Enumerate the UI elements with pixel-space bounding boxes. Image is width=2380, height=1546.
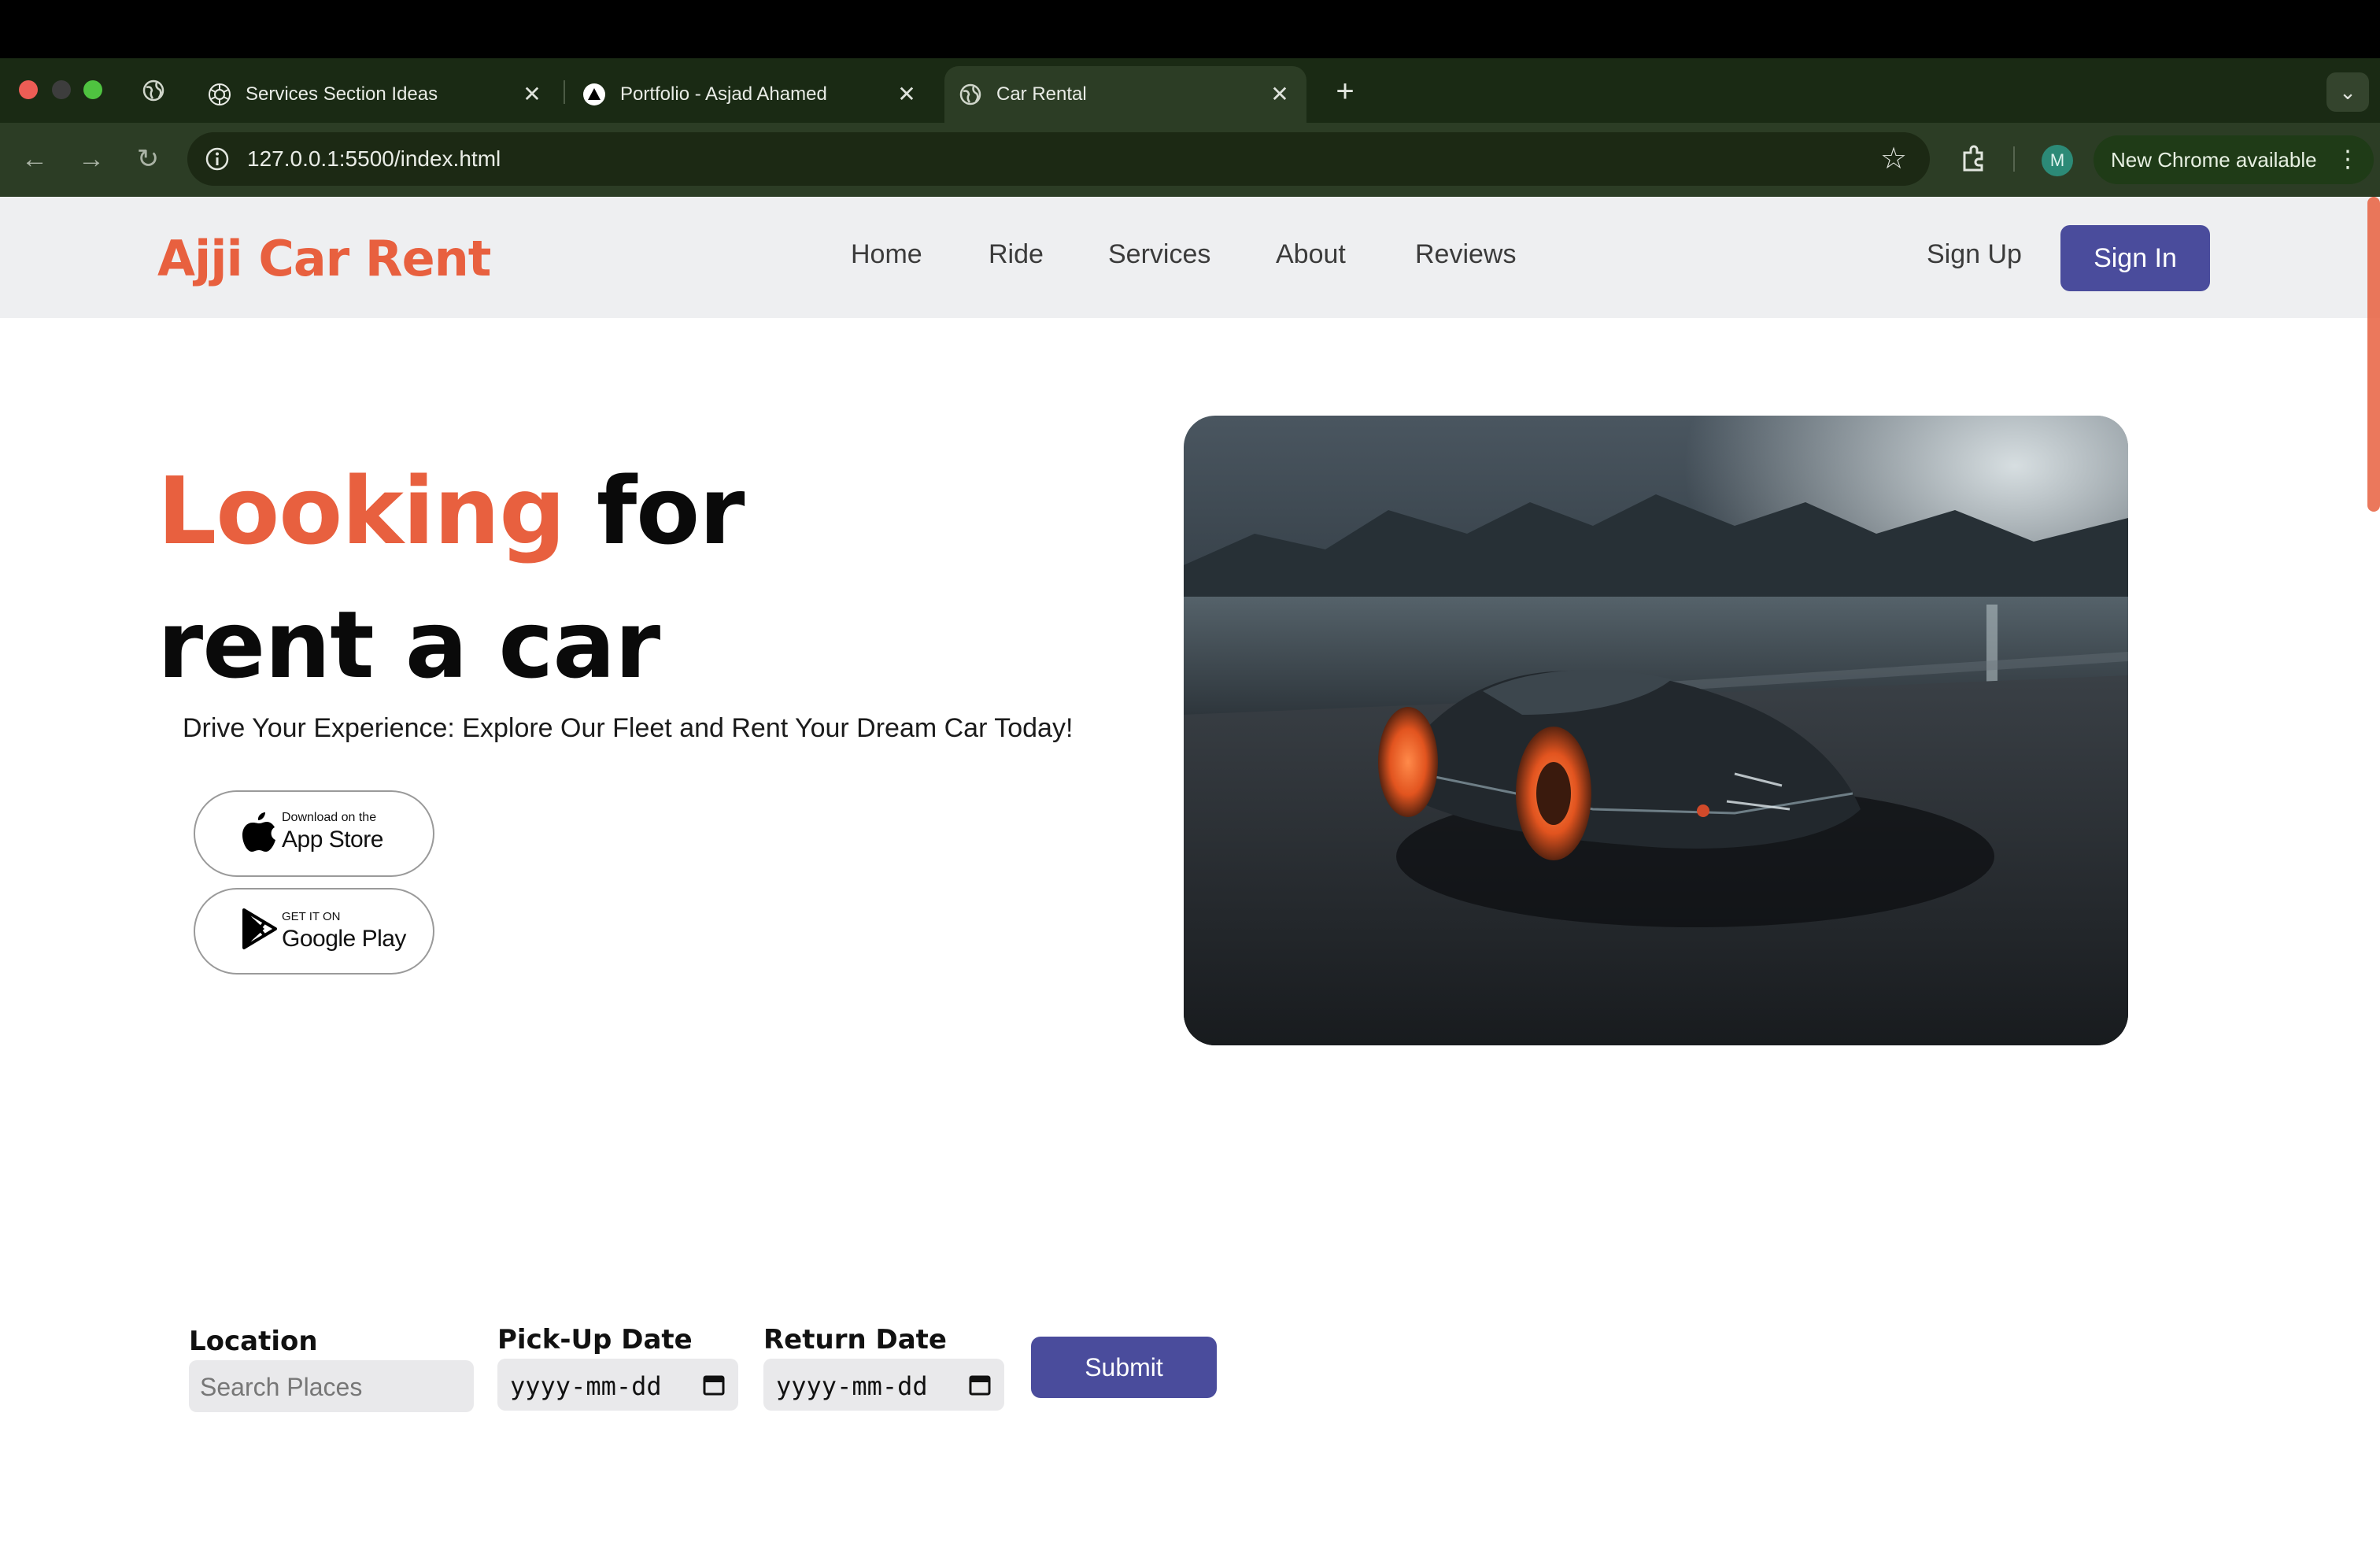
toolbar-divider [2013, 146, 2015, 172]
back-button[interactable]: ← [16, 140, 54, 178]
tab-title: Car Rental [996, 83, 1087, 105]
sign-in-button[interactable]: Sign In [2060, 225, 2210, 291]
extensions-icon[interactable] [1955, 140, 1993, 178]
close-tab-icon[interactable]: ✕ [1267, 82, 1292, 107]
return-date-input[interactable]: yyyy-mm-dd [763, 1359, 1004, 1411]
reload-button[interactable]: ↻ [129, 140, 167, 178]
nav-home[interactable]: Home [851, 239, 922, 270]
brand-logo[interactable]: Ajji Car Rent [157, 230, 491, 287]
globe-icon [959, 83, 981, 105]
url-text[interactable]: 127.0.0.1:5500/index.html [247, 146, 501, 172]
hero-subtitle: Drive Your Experience: Explore Our Fleet… [183, 713, 1074, 743]
more-menu-icon[interactable]: ⋮ [2336, 135, 2360, 184]
web-page: Ajji Car Rent Home Ride Services About R… [0, 197, 2380, 1546]
tab-car-rental[interactable]: Car Rental ✕ [944, 66, 1306, 123]
return-date-label: Return Date [763, 1324, 947, 1356]
sign-up-link[interactable]: Sign Up [1927, 239, 2022, 270]
forward-button[interactable]: → [72, 140, 110, 178]
new-tab-button[interactable]: + [1327, 74, 1363, 110]
location-input[interactable]: Search Places [189, 1360, 474, 1412]
scrollbar-thumb[interactable] [2367, 197, 2380, 512]
hero-title-line1: Looking for [157, 457, 745, 565]
tab-portfolio[interactable]: Portfolio - Asjad Ahamed ✕ [568, 66, 933, 123]
close-tab-icon[interactable]: ✕ [519, 82, 545, 107]
profile-avatar[interactable]: M [2042, 145, 2073, 176]
hero-car-image [1184, 416, 2128, 1045]
site-header: Ajji Car Rent Home Ride Services About R… [0, 197, 2380, 318]
tab-services-section-ideas[interactable]: Services Section Ideas ✕ [194, 66, 559, 123]
app-store-small-text: Download on the [282, 811, 377, 824]
hero-title-line2: rent a car [157, 590, 660, 699]
nav-about[interactable]: About [1276, 239, 1346, 270]
location-label: Location [189, 1326, 318, 1357]
calendar-icon[interactable] [702, 1373, 726, 1396]
maximize-window-button[interactable] [83, 80, 102, 99]
system-top-bar [0, 0, 2380, 58]
nav-ride[interactable]: Ride [989, 239, 1044, 270]
nav-services[interactable]: Services [1108, 239, 1210, 270]
google-play-small-text: GET IT ON [282, 910, 341, 923]
globe-icon[interactable] [142, 79, 165, 102]
pickup-date-label: Pick-Up Date [497, 1324, 693, 1356]
triangle-icon [583, 83, 605, 105]
location-placeholder: Search Places [200, 1373, 363, 1401]
tab-divider [564, 80, 565, 104]
pickup-date-input[interactable]: yyyy-mm-dd [497, 1359, 738, 1411]
tab-title: Portfolio - Asjad Ahamed [620, 83, 827, 105]
close-tab-icon[interactable]: ✕ [894, 82, 919, 107]
app-store-big-text: App Store [282, 827, 383, 853]
hero-title-rest: for [564, 457, 745, 565]
bookmark-star-icon[interactable]: ☆ [1876, 142, 1911, 176]
minimize-window-button[interactable] [52, 80, 71, 99]
google-play-icon [242, 908, 277, 949]
apple-icon [242, 812, 275, 852]
site-info-icon[interactable] [203, 145, 231, 173]
hero-title-accent: Looking [157, 457, 566, 565]
app-store-button[interactable]: Download on the App Store [194, 790, 434, 877]
openai-icon [209, 83, 231, 105]
tab-title: Services Section Ideas [246, 83, 438, 105]
google-play-big-text: Google Play [282, 926, 406, 952]
pickup-date-value: yyyy-mm-dd [510, 1371, 662, 1401]
calendar-icon[interactable] [968, 1373, 992, 1396]
chrome-update-button[interactable]: New Chrome available ⋮ [2094, 135, 2374, 184]
google-play-button[interactable]: GET IT ON Google Play [194, 888, 434, 975]
chrome-update-label: New Chrome available [2111, 148, 2317, 172]
nav-reviews[interactable]: Reviews [1415, 239, 1516, 270]
return-date-value: yyyy-mm-dd [776, 1371, 928, 1401]
submit-button[interactable]: Submit [1031, 1337, 1217, 1398]
tab-search-button[interactable]: ⌄ [2326, 72, 2369, 112]
close-window-button[interactable] [19, 80, 38, 99]
